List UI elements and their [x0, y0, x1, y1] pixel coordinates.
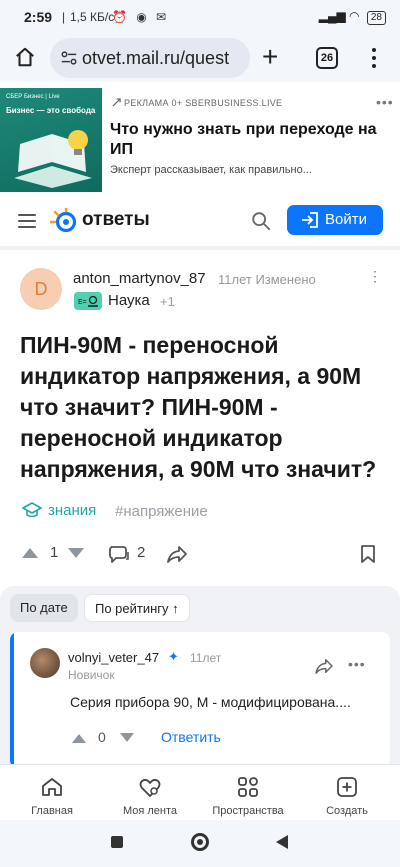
- nav-feed-label: Моя лента: [122, 805, 178, 817]
- browser-toolbar: otvet.mail.ru/quest + 26: [0, 34, 400, 82]
- answer-author[interactable]: volnyi_veter_47: [68, 650, 159, 665]
- ad-image[interactable]: СБЕР Бизнес | Live Бизнес — это свобода: [0, 88, 102, 192]
- answer-author-avatar[interactable]: [30, 648, 60, 678]
- answer-more-icon[interactable]: •••: [348, 656, 366, 672]
- reply-button[interactable]: Ответить: [161, 729, 221, 745]
- share-icon[interactable]: [166, 544, 188, 564]
- question-title: ПИН-90М - переносной индикатор напряжени…: [20, 332, 377, 482]
- tab-switcher-button[interactable]: 26: [316, 47, 338, 69]
- bottom-navigation: Главная Моя лента Пространства Создать: [0, 764, 400, 820]
- nav-create[interactable]: Создать: [297, 771, 397, 819]
- site-settings-icon[interactable]: [60, 49, 78, 67]
- home-button-icon[interactable]: [191, 833, 209, 851]
- answer-downvote-icon[interactable]: [120, 733, 134, 743]
- answer-vote-count: 0: [98, 729, 106, 745]
- back-icon[interactable]: [276, 835, 288, 849]
- ad-title[interactable]: Что нужно знать при переходе на ИП: [110, 120, 390, 160]
- ad-label: РЕКЛАМА 0+ SBERBUSINESS.LIVE: [112, 98, 282, 108]
- site-header: ответы Войти: [0, 196, 400, 246]
- logo-text[interactable]: ответы: [82, 209, 150, 231]
- address-bar[interactable]: otvet.mail.ru/quest: [50, 38, 250, 78]
- home-icon: [42, 778, 62, 796]
- ad-image-brand: СБЕР Бизнес | Live: [6, 94, 60, 100]
- ad-banner[interactable]: СБЕР Бизнес | Live Бизнес — это свобода …: [0, 86, 400, 194]
- plus-square-icon: [337, 777, 357, 797]
- svg-text:E=: E=: [78, 299, 87, 306]
- new-tab-button[interactable]: +: [262, 43, 278, 71]
- recents-icon[interactable]: [111, 836, 123, 848]
- answer-share-icon[interactable]: [314, 658, 334, 674]
- home-icon[interactable]: [14, 46, 36, 68]
- category-icon: E=: [74, 292, 102, 310]
- logo-icon[interactable]: [50, 208, 80, 236]
- tag-voltage[interactable]: #напряжение: [115, 503, 208, 520]
- graduation-cap-icon: [22, 502, 42, 518]
- nav-feed[interactable]: Моя лента: [100, 771, 200, 819]
- upvote-icon[interactable]: [22, 546, 38, 558]
- header-divider: [0, 246, 400, 250]
- notification-icons: ⏰ ◉ ✉: [112, 10, 170, 24]
- grid-icon: [238, 777, 258, 797]
- login-icon: [302, 212, 318, 228]
- nav-home[interactable]: Главная: [2, 771, 102, 819]
- answer-upvote-icon[interactable]: [72, 733, 86, 743]
- heart-icon: [139, 778, 161, 797]
- browser-menu-icon[interactable]: [372, 46, 378, 70]
- author-avatar[interactable]: D: [20, 268, 62, 310]
- network-speed: 1,5 КБ/с: [70, 10, 115, 24]
- question-category[interactable]: Наука: [108, 292, 150, 309]
- nav-home-label: Главная: [31, 805, 73, 817]
- system-navigation-bar: [0, 820, 400, 867]
- battery-icon: 28: [366, 11, 386, 25]
- comments-icon[interactable]: [108, 544, 130, 564]
- bookmark-icon[interactable]: [360, 544, 376, 564]
- answers-section: По дате По рейтингу ↑ volnyi_veter_47 ✦ …: [0, 586, 400, 768]
- login-button-label: Войти: [325, 211, 367, 228]
- question-actions: 1 2: [0, 540, 400, 570]
- system-indicators: ▂▄▆ ◠ 28: [319, 9, 386, 25]
- sort-by-rating-button[interactable]: По рейтингу ↑: [84, 594, 190, 622]
- wifi-icon: ◠: [349, 9, 360, 23]
- question-more-icon[interactable]: ⋮: [368, 268, 383, 285]
- nav-spaces[interactable]: Пространства: [198, 771, 298, 819]
- nav-create-label: Создать: [326, 805, 368, 817]
- downvote-icon[interactable]: [68, 548, 84, 560]
- nav-spaces-label: Пространства: [212, 805, 284, 817]
- pin-icon: ✦: [168, 649, 179, 664]
- ad-image-tagline: Бизнес — это свобода: [6, 106, 96, 115]
- status-bar: 2:59 | 1,5 КБ/с ⏰ ◉ ✉ ▂▄▆ ◠ 28: [0, 0, 400, 34]
- hamburger-menu-icon[interactable]: [18, 214, 36, 228]
- ad-more-icon[interactable]: •••: [376, 94, 394, 110]
- question-meta: 11лет Изменено: [218, 272, 316, 287]
- status-time: 2:59: [24, 9, 53, 25]
- book-illustration-icon: [14, 130, 92, 188]
- url-text[interactable]: otvet.mail.ru/quest: [82, 48, 247, 69]
- question-comment-count[interactable]: 2: [137, 544, 145, 561]
- signal-icon: ▂▄▆: [318, 9, 346, 23]
- tag-knowledge[interactable]: знания: [22, 502, 96, 519]
- answer-card: volnyi_veter_47 ✦ 11лет Новичок ••• Сери…: [10, 632, 390, 768]
- search-icon[interactable]: [250, 210, 272, 232]
- question-author[interactable]: anton_martynov_87: [73, 270, 206, 287]
- sort-by-date-button[interactable]: По дате: [10, 594, 78, 622]
- answer-text[interactable]: Серия прибора 90, М - модифицирована....: [70, 694, 382, 710]
- answer-time: 11лет: [190, 651, 222, 665]
- answer-highlight-bar: [10, 632, 14, 768]
- answer-author-rank: Новичок: [68, 668, 115, 682]
- category-extra-count[interactable]: +1: [160, 294, 175, 309]
- login-button[interactable]: Войти: [287, 205, 383, 235]
- question-vote-count: 1: [50, 544, 59, 561]
- ad-description: Эксперт рассказывает, как правильно...: [110, 164, 312, 176]
